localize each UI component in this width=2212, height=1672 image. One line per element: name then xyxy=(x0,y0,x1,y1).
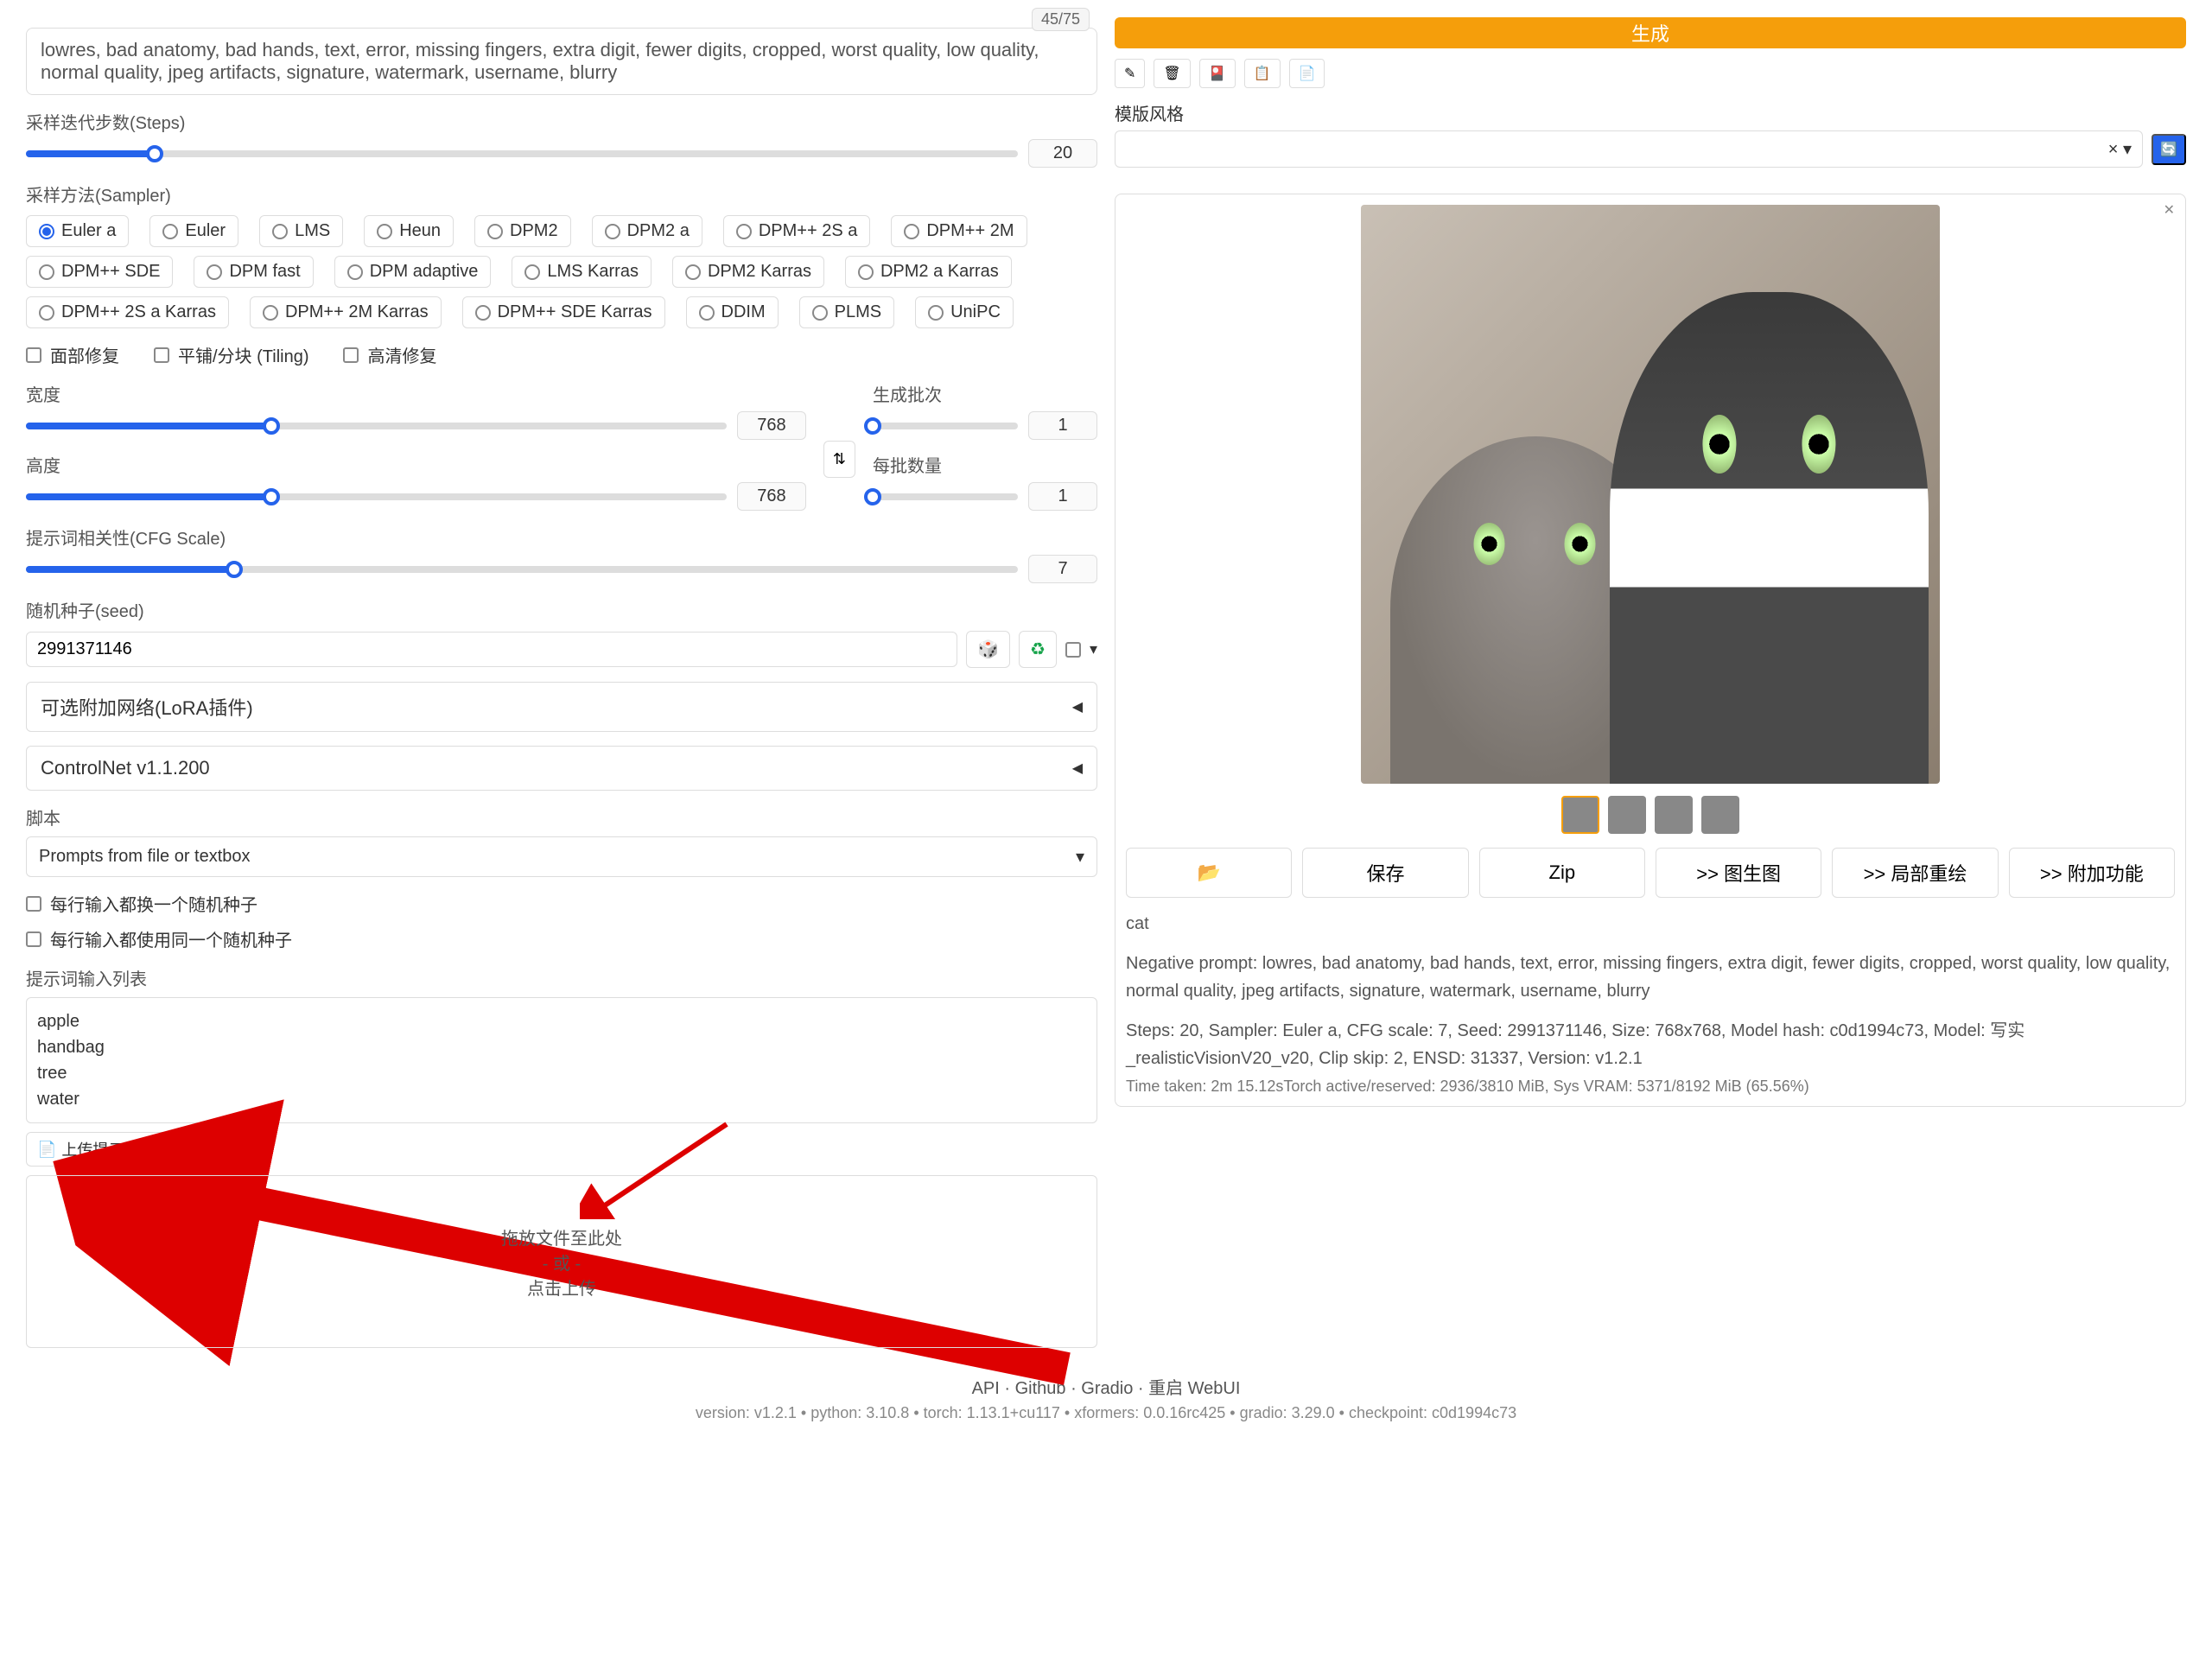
extra-seed-checkbox[interactable] xyxy=(1065,642,1081,658)
seed-label: 随机种子(seed) xyxy=(26,597,1097,622)
controlnet-accordion[interactable]: ControlNet v1.1.200◀ xyxy=(26,746,1097,791)
same-seed-checkbox[interactable]: 每行输入都使用同一个随机种子 xyxy=(26,926,1097,951)
swap-dimensions-button[interactable]: ⇅ xyxy=(823,441,855,478)
output-gallery: ✕ 📂 保存 Zip >> 图生图 >> 局部重绘 >> 附加功能 cat Ne… xyxy=(1115,194,2186,1107)
sampler-radio-unipc[interactable]: UniPC xyxy=(915,296,1014,328)
sampler-radio-dpm-sde[interactable]: DPM++ SDE xyxy=(26,256,173,288)
height-slider[interactable] xyxy=(26,493,727,500)
width-value[interactable]: 768 xyxy=(737,411,806,440)
output-prompt: cat xyxy=(1126,910,2175,938)
sampler-radio-lms-karras[interactable]: LMS Karras xyxy=(512,256,652,288)
sampler-radio-dpm2-a-karras[interactable]: DPM2 a Karras xyxy=(845,256,1012,288)
negative-prompt-box[interactable]: 45/75 lowres, bad anatomy, bad hands, te… xyxy=(26,28,1097,95)
style-select[interactable]: × ▾ xyxy=(1115,130,2143,168)
sampler-radio-lms[interactable]: LMS xyxy=(259,215,343,247)
style-label: 模版风格 xyxy=(1115,100,1184,125)
iterate-seed-checkbox[interactable]: 每行输入都换一个随机种子 xyxy=(26,891,1097,916)
prompt-list-label: 提示词输入列表 xyxy=(26,965,1097,990)
clipboard-icon[interactable]: 📋 xyxy=(1244,59,1281,88)
sampler-radio-dpm2[interactable]: DPM2 xyxy=(474,215,571,247)
random-seed-button[interactable]: 🎲 xyxy=(966,631,1010,668)
steps-value[interactable]: 20 xyxy=(1028,139,1097,168)
height-label: 高度 xyxy=(26,452,806,477)
cfg-label: 提示词相关性(CFG Scale) xyxy=(26,524,1097,550)
footer-links[interactable]: API · Github · Gradio · 重启 WebUI xyxy=(26,1374,2186,1399)
batch-count-value[interactable]: 1 xyxy=(1028,411,1097,440)
sampler-radio-dpm-fast[interactable]: DPM fast xyxy=(194,256,313,288)
dropzone-text-1: 拖放文件至此处 xyxy=(501,1224,622,1249)
width-slider[interactable] xyxy=(26,423,727,429)
lora-accordion[interactable]: 可选附加网络(LoRA插件)◀ xyxy=(26,682,1097,732)
width-label: 宽度 xyxy=(26,381,806,406)
sampler-label: 采样方法(Sampler) xyxy=(26,181,1097,207)
hires-checkbox[interactable]: 高清修复 xyxy=(343,342,436,367)
script-select[interactable]: Prompts from file or textbox▾ xyxy=(26,836,1097,877)
negative-prompt-text: lowres, bad anatomy, bad hands, text, er… xyxy=(41,39,1039,83)
cfg-slider[interactable] xyxy=(26,566,1018,573)
sampler-radio-euler-a[interactable]: Euler a xyxy=(26,215,129,247)
zip-button[interactable]: Zip xyxy=(1479,848,1645,898)
cfg-value[interactable]: 7 xyxy=(1028,555,1097,583)
steps-slider[interactable] xyxy=(26,150,1018,157)
output-time: Time taken: 2m 15.12sTorch active/reserv… xyxy=(1126,1078,2175,1096)
token-counter: 45/75 xyxy=(1032,8,1090,31)
reuse-seed-button[interactable]: ♻ xyxy=(1019,631,1057,668)
sampler-radio-dpm-2s-a-karras[interactable]: DPM++ 2S a Karras xyxy=(26,296,229,328)
file-icon[interactable]: 📄 xyxy=(1289,59,1325,88)
script-label: 脚本 xyxy=(26,804,1097,830)
sampler-radio-dpm-2s-a[interactable]: DPM++ 2S a xyxy=(723,215,871,247)
sampler-radio-ddim[interactable]: DDIM xyxy=(686,296,779,328)
steps-label: 采样迭代步数(Steps) xyxy=(26,109,1097,134)
send-extras-button[interactable]: >> 附加功能 xyxy=(2009,848,2175,898)
height-value[interactable]: 768 xyxy=(737,482,806,511)
tiling-checkbox[interactable]: 平铺/分块 (Tiling) xyxy=(154,342,308,367)
styles-icon[interactable]: 🎴 xyxy=(1199,59,1236,88)
dropzone-text-3: 点击上传 xyxy=(527,1275,596,1300)
thumbnail-3[interactable] xyxy=(1655,796,1693,834)
thumbnail-2[interactable] xyxy=(1608,796,1646,834)
output-params: Steps: 20, Sampler: Euler a, CFG scale: … xyxy=(1126,1017,2175,1072)
sampler-radio-dpm-sde-karras[interactable]: DPM++ SDE Karras xyxy=(462,296,665,328)
sampler-radio-plms[interactable]: PLMS xyxy=(799,296,894,328)
sampler-radio-dpm2-a[interactable]: DPM2 a xyxy=(592,215,702,247)
upload-prompt-file-button[interactable]: 📄 上传提示词输入文件 xyxy=(26,1132,213,1167)
thumbnail-4[interactable] xyxy=(1701,796,1739,834)
seed-input[interactable] xyxy=(26,632,957,667)
close-icon[interactable]: ✕ xyxy=(2164,201,2175,219)
batch-count-label: 生成批次 xyxy=(873,381,1097,406)
dropzone-text-2: - 或 - xyxy=(543,1249,581,1275)
sampler-radio-dpm-adaptive[interactable]: DPM adaptive xyxy=(334,256,492,288)
batch-count-slider[interactable] xyxy=(873,423,1018,429)
thumbnail-1[interactable] xyxy=(1561,796,1599,834)
batch-size-label: 每批数量 xyxy=(873,452,1097,477)
sampler-radio-dpm2-karras[interactable]: DPM2 Karras xyxy=(672,256,824,288)
sampler-radio-euler[interactable]: Euler xyxy=(149,215,238,247)
send-img2img-button[interactable]: >> 图生图 xyxy=(1656,848,1821,898)
sampler-radio-dpm-2m[interactable]: DPM++ 2M xyxy=(891,215,1027,247)
send-inpaint-button[interactable]: >> 局部重绘 xyxy=(1832,848,1998,898)
open-folder-button[interactable]: 📂 xyxy=(1126,848,1292,898)
sampler-radio-dpm-2m-karras[interactable]: DPM++ 2M Karras xyxy=(250,296,442,328)
prompt-list-textarea[interactable]: applehandbagtreewater xyxy=(26,997,1097,1123)
face-restore-checkbox[interactable]: 面部修复 xyxy=(26,342,119,367)
output-image[interactable] xyxy=(1361,205,1940,784)
sampler-radio-heun[interactable]: Heun xyxy=(364,215,454,247)
file-dropzone[interactable]: 拖放文件至此处 - 或 - 点击上传 xyxy=(26,1175,1097,1348)
footer-version: version: v1.2.1 • python: 3.10.8 • torch… xyxy=(26,1404,2186,1422)
batch-size-value[interactable]: 1 xyxy=(1028,482,1097,511)
generate-button[interactable]: 生成 xyxy=(1115,17,2186,48)
output-negative: Negative prompt: lowres, bad anatomy, ba… xyxy=(1126,950,2175,1005)
refresh-styles-button[interactable]: 🔄 xyxy=(2152,134,2186,165)
save-button[interactable]: 保存 xyxy=(1302,848,1468,898)
batch-size-slider[interactable] xyxy=(873,493,1018,500)
trash-icon[interactable]: 🗑 xyxy=(1154,59,1190,88)
paintbrush-icon[interactable]: ✎ xyxy=(1115,59,1145,88)
